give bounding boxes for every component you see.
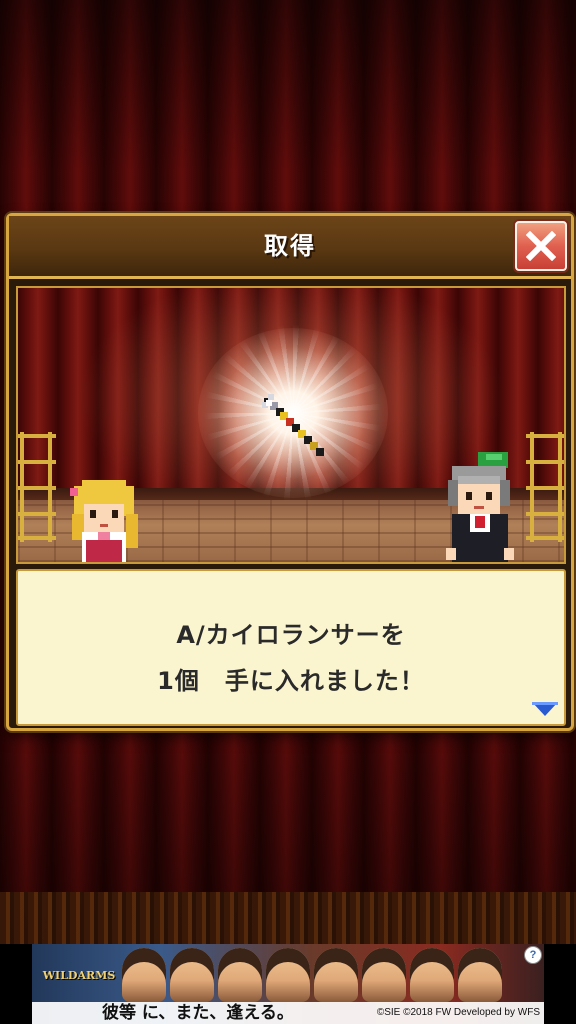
ad-area: WILDARMS 彼等 に、また、逢える。 ©SIE ©2018 FW Deve… — [0, 944, 576, 1024]
close-x-icon — [526, 231, 556, 261]
scaffold-left — [18, 432, 56, 542]
message-box[interactable]: A/カイロランサーを 1個 手に入れました！ — [16, 569, 566, 726]
gray-haired-man-sprite — [446, 452, 514, 562]
curtain-fringe — [0, 892, 576, 944]
close-button[interactable] — [515, 221, 567, 271]
spear-weapon-icon — [262, 394, 324, 456]
blonde-girl-sprite — [70, 480, 138, 562]
dialog-title: 取得 — [264, 232, 316, 260]
ad-banner[interactable]: WILDARMS 彼等 に、また、逢える。 ©SIE ©2018 FW Deve… — [32, 944, 544, 1024]
message-line-obtained: 1個 手に入れました！ — [157, 667, 425, 695]
ad-info-icon[interactable]: ? — [524, 946, 542, 964]
ad-credit: ©SIE ©2018 FW Developed by WFS — [376, 1007, 540, 1018]
scaffold-right — [526, 432, 564, 542]
message-line-item: A/カイロランサーを — [176, 621, 406, 649]
dialog-header: 取得 — [9, 216, 571, 279]
ad-logo: WILDARMS — [42, 969, 116, 982]
triangle-down-icon[interactable] — [532, 702, 558, 718]
stage-scene — [16, 286, 566, 564]
ad-tagline: 彼等 に、また、逢える。 — [102, 1003, 294, 1023]
item-acquired-dialog: 取得 A/カイロランサーを 1個 手に入れました！ — [6, 213, 574, 731]
ad-character-art — [122, 948, 532, 1002]
